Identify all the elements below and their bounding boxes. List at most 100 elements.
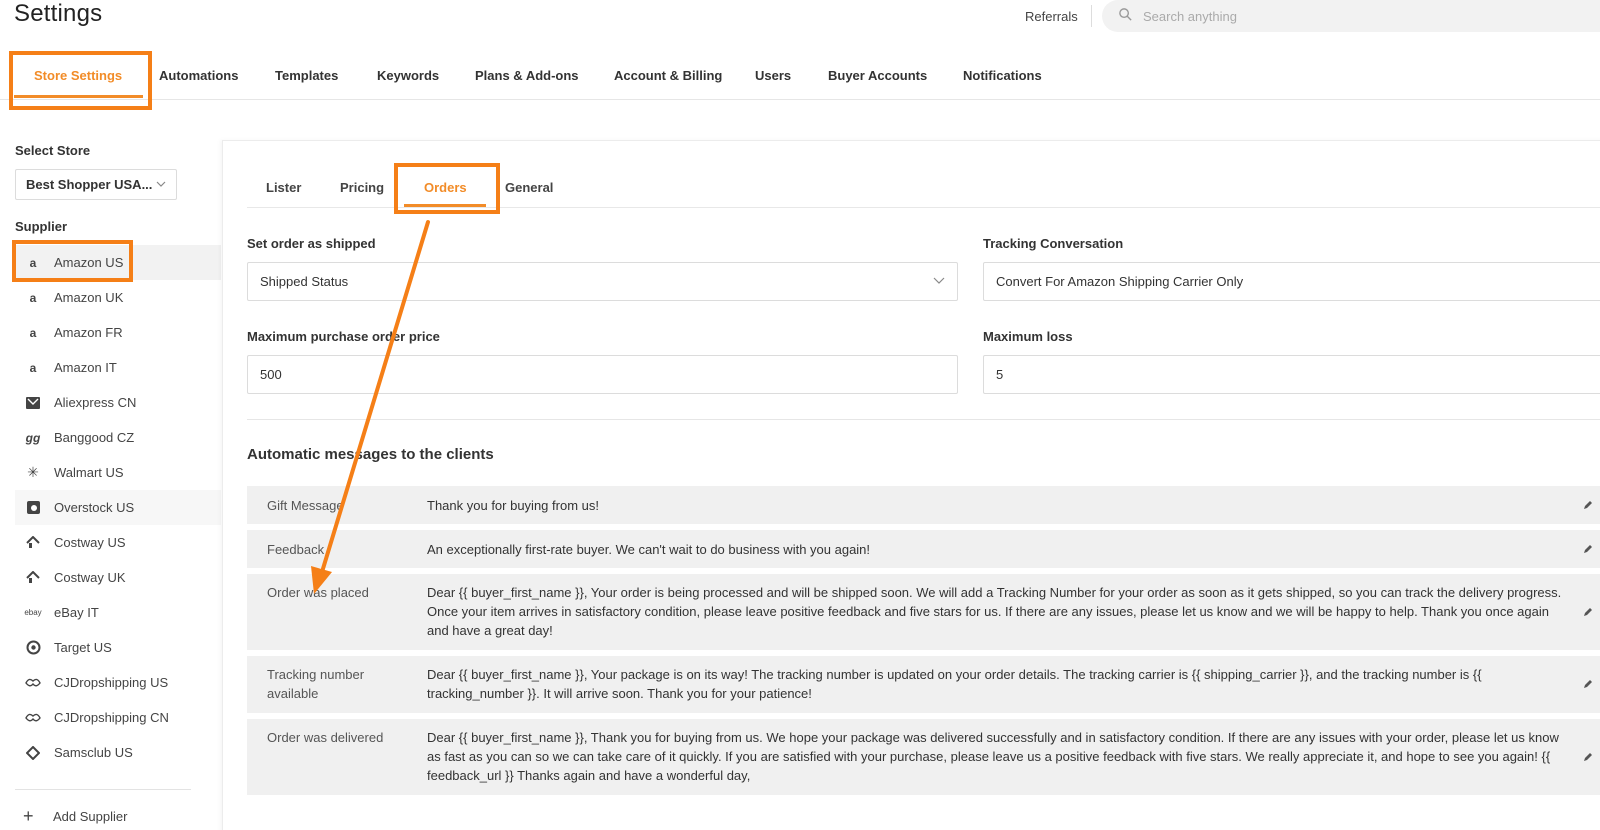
supplier-item-amazon-fr[interactable]: a Amazon FR [15, 315, 221, 350]
overstock-icon [23, 498, 43, 518]
message-label: Order was delivered [267, 730, 384, 745]
edit-icon[interactable] [1582, 499, 1594, 511]
message-row-feedback[interactable]: Feedback An exceptionally first-rate buy… [247, 530, 1600, 568]
supplier-name: Amazon UK [54, 290, 124, 305]
header-divider [1091, 5, 1092, 27]
message-label: Gift Message [267, 498, 344, 513]
supplier-item-target-us[interactable]: Target US [15, 630, 221, 665]
tab-store-settings[interactable]: Store Settings [34, 52, 122, 100]
tab-orders[interactable]: Orders [424, 168, 467, 208]
sidebar-divider [15, 789, 191, 790]
tab-users[interactable]: Users [755, 52, 791, 100]
store-select[interactable]: Best Shopper USA... [15, 169, 177, 200]
supplier-item-banggood-cz[interactable]: gg Banggood CZ [15, 420, 221, 455]
supplier-name: Aliexpress CN [54, 395, 137, 410]
message-label: Tracking number available [267, 667, 365, 701]
costway-icon [23, 568, 43, 588]
edit-icon[interactable] [1582, 751, 1594, 763]
max-price-label: Maximum purchase order price [247, 329, 440, 344]
supplier-name: Costway UK [54, 570, 126, 585]
max-price-input[interactable]: 500 [247, 355, 958, 394]
tab-keywords[interactable]: Keywords [377, 52, 439, 100]
edit-icon[interactable] [1582, 606, 1594, 618]
set-shipped-label: Set order as shipped [247, 236, 376, 251]
supplier-item-walmart-us[interactable]: ✳ Walmart US [15, 455, 221, 490]
messages-section-title: Automatic messages to the clients [247, 446, 494, 463]
message-row-tracking-number[interactable]: Tracking number available Dear {{ buyer_… [247, 656, 1600, 713]
supplier-item-costway-uk[interactable]: Costway UK [15, 560, 221, 595]
message-row-gift[interactable]: Gift Message Thank you for buying from u… [247, 486, 1600, 524]
supplier-item-costway-us[interactable]: Costway US [15, 525, 221, 560]
cjdropshipping-icon [23, 673, 43, 693]
section-divider [247, 419, 1600, 420]
settings-tabs: Store Settings Automations Templates Key… [0, 52, 1600, 100]
amazon-icon: a [29, 290, 37, 305]
message-label: Feedback [267, 542, 325, 557]
tab-lister[interactable]: Lister [266, 168, 301, 208]
ebay-icon: ebay [24, 608, 42, 617]
supplier-name: CJDropshipping US [54, 675, 169, 690]
tab-automations[interactable]: Automations [159, 52, 238, 100]
active-subtab-underline [404, 204, 486, 207]
message-text: Dear {{ buyer_first_name }}, Your order … [427, 585, 1562, 638]
tracking-conversation-label: Tracking Conversation [983, 236, 1124, 251]
costway-icon [23, 533, 43, 553]
tab-templates[interactable]: Templates [275, 52, 338, 100]
message-row-order-delivered[interactable]: Order was delivered Dear {{ buyer_first_… [247, 719, 1600, 795]
supplier-name: Target US [54, 640, 112, 655]
chevron-down-icon [933, 274, 945, 289]
tab-account-billing[interactable]: Account & Billing [614, 52, 722, 100]
supplier-item-cjdropshipping-us[interactable]: CJDropshipping US [15, 665, 221, 700]
supplier-item-aliexpress-cn[interactable]: Aliexpress CN [15, 385, 221, 420]
plus-icon: + [23, 806, 34, 826]
add-supplier-label: Add Supplier [53, 809, 128, 824]
max-loss-value: 5 [996, 367, 1004, 382]
supplier-item-overstock-us[interactable]: Overstock US [15, 490, 221, 525]
page-title: Settings [14, 0, 103, 27]
active-tab-underline [14, 95, 143, 98]
tracking-conversation-value: Convert For Amazon Shipping Carrier Only [996, 274, 1244, 289]
tab-pricing[interactable]: Pricing [340, 168, 384, 208]
message-text: Dear {{ buyer_first_name }}, Your packag… [427, 667, 1482, 701]
select-store-label: Select Store [15, 143, 91, 158]
max-loss-input[interactable]: 5 [983, 355, 1600, 394]
store-sub-tabs: Lister Pricing Orders General [247, 168, 1600, 208]
walmart-icon: ✳ [27, 464, 39, 480]
referrals-link[interactable]: Referrals [1025, 9, 1078, 24]
amazon-icon: a [29, 325, 37, 340]
chevron-down-icon [156, 177, 166, 192]
supplier-item-cjdropshipping-cn[interactable]: CJDropshipping CN [15, 700, 221, 735]
shipped-status-select[interactable]: Shipped Status [247, 262, 958, 301]
aliexpress-icon [23, 393, 43, 413]
add-supplier-button[interactable]: + Add Supplier [23, 806, 127, 827]
target-icon [23, 638, 43, 658]
supplier-item-amazon-uk[interactable]: a Amazon UK [15, 280, 221, 315]
supplier-item-amazon-us[interactable]: a Amazon US [15, 245, 221, 280]
message-text: Dear {{ buyer_first_name }}, Thank you f… [427, 730, 1559, 783]
supplier-name: Amazon IT [54, 360, 117, 375]
max-loss-label: Maximum loss [983, 329, 1073, 344]
tab-notifications[interactable]: Notifications [963, 52, 1042, 100]
supplier-label: Supplier [15, 219, 68, 234]
message-row-order-placed[interactable]: Order was placed Dear {{ buyer_first_nam… [247, 574, 1600, 650]
message-label: Order was placed [267, 585, 369, 600]
supplier-item-samsclub-us[interactable]: Samsclub US [15, 735, 221, 770]
edit-icon[interactable] [1582, 678, 1594, 690]
search-icon [1118, 7, 1133, 25]
tab-general[interactable]: General [505, 168, 553, 208]
tab-plans-addons[interactable]: Plans & Add-ons [475, 52, 579, 100]
tracking-conversation-select[interactable]: Convert For Amazon Shipping Carrier Only [983, 262, 1600, 301]
supplier-name: Samsclub US [54, 745, 133, 760]
supplier-name: Overstock US [54, 500, 135, 515]
banggood-icon: gg [25, 430, 41, 445]
edit-icon[interactable] [1582, 543, 1594, 555]
search-input[interactable] [1143, 8, 1543, 24]
supplier-item-ebay-it[interactable]: ebay eBay IT [15, 595, 221, 630]
supplier-name: Amazon FR [54, 325, 123, 340]
tab-buyer-accounts[interactable]: Buyer Accounts [828, 52, 927, 100]
supplier-name: CJDropshipping CN [54, 710, 169, 725]
amazon-icon: a [29, 255, 37, 270]
max-price-value: 500 [260, 367, 282, 382]
search-bar[interactable] [1102, 0, 1600, 32]
supplier-item-amazon-it[interactable]: a Amazon IT [15, 350, 221, 385]
